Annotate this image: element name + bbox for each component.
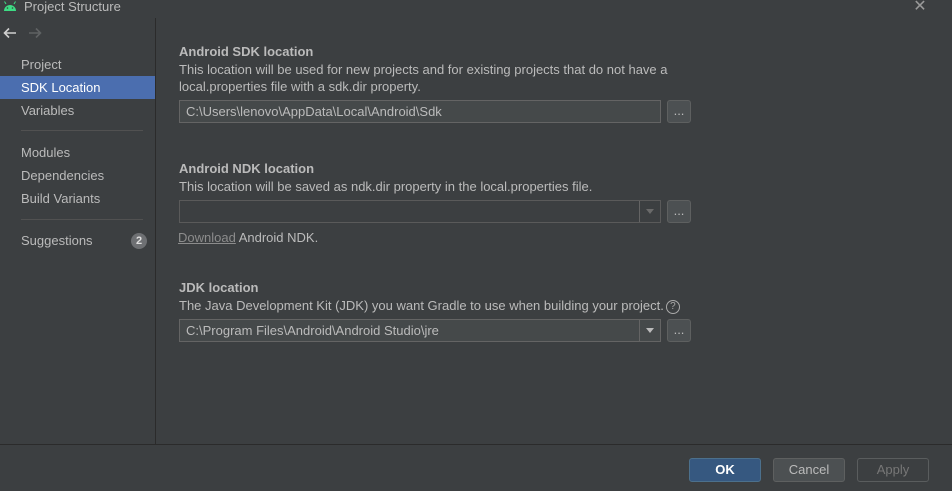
sdk-description-line2: local.properties file with a sdk.dir pro…	[179, 79, 421, 94]
jdk-description: The Java Development Kit (JDK) you want …	[179, 298, 664, 313]
suggestions-count-badge: 2	[131, 233, 147, 249]
sidebar-item-label: Variables	[21, 103, 75, 118]
jdk-browse-button[interactable]: ...	[667, 319, 691, 342]
back-arrow-icon[interactable]	[2, 26, 18, 40]
jdk-section-title: JDK location	[179, 280, 259, 295]
chevron-down-icon[interactable]	[639, 201, 660, 222]
jdk-description-row: The Java Development Kit (JDK) you want …	[179, 297, 680, 314]
ndk-download-row: Download Android NDK.	[178, 230, 318, 245]
sidebar-item-dependencies[interactable]: Dependencies	[0, 164, 155, 187]
download-ndk-suffix: Android NDK.	[235, 230, 319, 245]
sidebar-item-label: Dependencies	[21, 168, 105, 183]
sdk-path-field[interactable]: C:\Users\lenovo\AppData\Local\Android\Sd…	[179, 100, 661, 123]
ndk-description: This location will be saved as ndk.dir p…	[179, 179, 593, 194]
ndk-path-dropdown[interactable]	[179, 200, 661, 223]
sidebar-item-label: Build Variants	[21, 191, 101, 206]
sdk-location-panel: Android SDK location This location will …	[156, 18, 952, 444]
sidebar-item-label: Modules	[21, 145, 71, 160]
sidebar-item-label: Suggestions	[21, 233, 93, 248]
sidebar-item-sdk-location[interactable]: SDK Location	[0, 76, 155, 99]
android-icon	[4, 1, 16, 11]
sidebar-item-label: Project	[21, 57, 62, 72]
jdk-path-value: C:\Program Files\Android\Android Studio\…	[186, 323, 439, 338]
download-ndk-link[interactable]: Download	[178, 230, 236, 245]
sidebar-divider	[21, 130, 143, 131]
ok-button[interactable]: OK	[689, 458, 761, 482]
sidebar-item-project[interactable]: Project	[0, 53, 155, 76]
sidebar-item-variables[interactable]: Variables	[0, 99, 155, 122]
sidebar-item-label: SDK Location	[21, 80, 101, 95]
sidebar-item-build-variants[interactable]: Build Variants	[0, 187, 155, 210]
ndk-section-title: Android NDK location	[179, 161, 315, 176]
title-bar: Project Structure ✕	[0, 0, 952, 18]
apply-button[interactable]: Apply	[857, 458, 929, 482]
sidebar-item-suggestions[interactable]: Suggestions 2	[0, 229, 155, 252]
sidebar-divider	[21, 219, 143, 220]
chevron-down-icon[interactable]	[639, 320, 660, 341]
ndk-browse-button[interactable]: ...	[667, 200, 691, 223]
jdk-path-dropdown[interactable]: C:\Program Files\Android\Android Studio\…	[179, 319, 661, 342]
sdk-browse-button[interactable]: ...	[667, 100, 691, 123]
sidebar: Project SDK Location Variables Modules D…	[0, 18, 156, 444]
cancel-button[interactable]: Cancel	[773, 458, 845, 482]
sdk-description-line1: This location will be used for new proje…	[179, 62, 668, 77]
sidebar-item-modules[interactable]: Modules	[0, 141, 155, 164]
window-title: Project Structure	[24, 0, 121, 14]
forward-arrow-icon[interactable]	[27, 26, 43, 40]
sdk-section-title: Android SDK location	[179, 44, 314, 59]
help-icon[interactable]: ?	[665, 299, 680, 314]
dialog-button-bar: OK Cancel Apply	[0, 444, 952, 491]
close-icon[interactable]: ✕	[912, 0, 928, 15]
